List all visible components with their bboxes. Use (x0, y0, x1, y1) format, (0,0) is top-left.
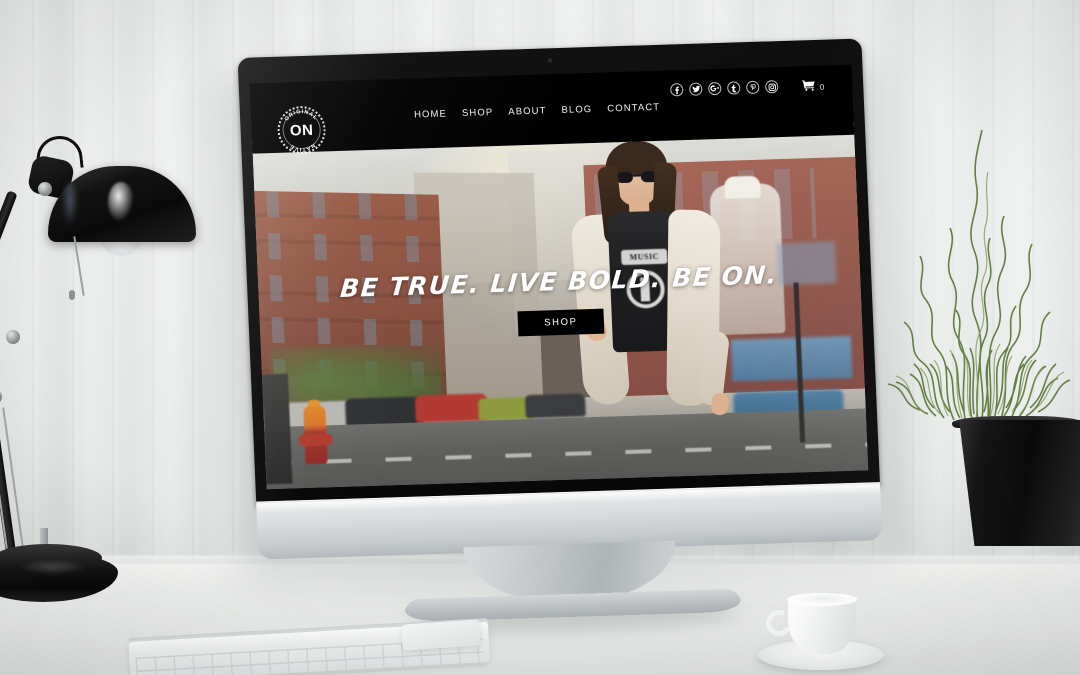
nav-item-about[interactable]: ABOUT (508, 105, 547, 117)
tee-graphic-label: MUSIC (629, 251, 660, 262)
facebook-icon[interactable] (670, 83, 684, 97)
main-navigation: HOME SHOP ABOUT BLOG CONTACT (414, 102, 661, 121)
hero-shop-button[interactable]: SHOP (517, 308, 605, 337)
tumblr-icon[interactable] (726, 81, 741, 95)
sunglasses-icon (616, 171, 658, 183)
trackpad[interactable] (401, 619, 481, 651)
hero-photo: MUSIC BE TRUE. LIVE BOLD. BE ON. SHOP (252, 120, 869, 490)
model-woman: MUSIC (552, 134, 766, 480)
instagram-icon[interactable] (764, 80, 779, 94)
webcam-icon (547, 58, 553, 63)
corkscrew-grass-foliage (878, 120, 1080, 430)
lamp-pull-chain[interactable] (73, 236, 85, 296)
lamp-upper-arm (0, 190, 18, 330)
lamp-joint-lower (0, 390, 2, 404)
social-links (670, 80, 779, 97)
twitter-icon[interactable] (689, 82, 703, 96)
google-plus-icon[interactable] (708, 81, 722, 96)
imac-monitor: MUSIC BE TRUE. LIVE BOLD. BE ON. SHOP OR… (220, 38, 901, 635)
nav-item-shop[interactable]: SHOP (462, 107, 494, 119)
fire-hydrant-arm (298, 433, 333, 447)
car-red (414, 393, 488, 423)
logo-arc-bottom: NATIVE (288, 142, 316, 153)
lamp-joint-head (38, 182, 52, 196)
lamp-pull-chain-knob[interactable] (69, 290, 75, 300)
nav-item-home[interactable]: HOME (414, 109, 447, 121)
model-right-hand (710, 391, 730, 417)
lamp-spring (0, 407, 24, 549)
logo-center-text: ON (289, 121, 314, 139)
cart-widget[interactable]: 0 (801, 78, 824, 97)
screen-viewport: MUSIC BE TRUE. LIVE BOLD. BE ON. SHOP OR… (249, 64, 869, 490)
logo-arc-top: ORIGINAL (283, 108, 318, 122)
tee-graphic-bar (640, 277, 651, 302)
lamp-shade-highlight-2 (62, 182, 78, 226)
lamp-joint-middle (6, 330, 20, 344)
monitor-bezel: MUSIC BE TRUE. LIVE BOLD. BE ON. SHOP OR… (237, 38, 881, 506)
pinterest-icon[interactable] (745, 80, 760, 95)
coffee-cup (758, 588, 888, 674)
cart-icon[interactable] (801, 78, 815, 96)
plant-pot (959, 420, 1080, 546)
tee-graphic-text: MUSIC (620, 248, 668, 266)
street-post (261, 373, 293, 485)
svg-text:ORIGINAL: ORIGINAL (283, 108, 318, 122)
lamp-shade-highlight (108, 182, 134, 222)
desk-lamp (0, 133, 215, 620)
nav-item-blog[interactable]: BLOG (561, 104, 592, 116)
cart-count: 0 (819, 82, 825, 92)
site-logo[interactable]: ORIGINAL NATIVE ON (276, 105, 327, 155)
potted-plant (878, 120, 1080, 546)
cup-rim (787, 593, 857, 606)
nav-item-contact[interactable]: CONTACT (607, 102, 660, 115)
svg-text:NATIVE: NATIVE (288, 142, 316, 153)
desk-scene: MUSIC BE TRUE. LIVE BOLD. BE ON. SHOP OR… (0, 0, 1080, 675)
mural-blue-panel (776, 241, 837, 286)
sunglasses-bridge (632, 174, 641, 177)
lamp-base-highlight (18, 560, 88, 574)
